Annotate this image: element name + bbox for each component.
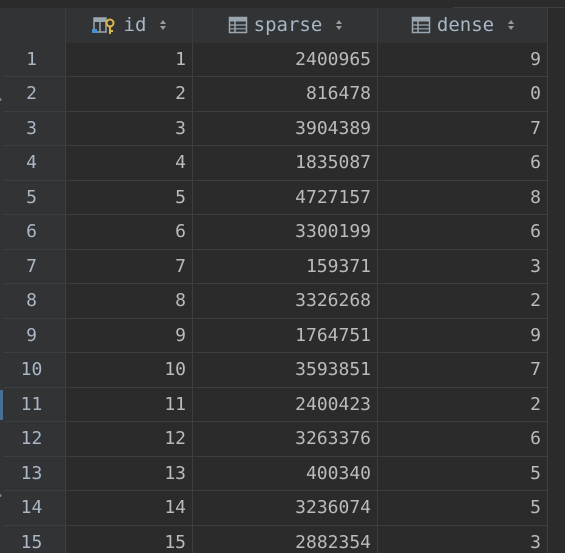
sort-icon[interactable] xyxy=(508,19,515,30)
cell-sparse[interactable]: 2882354 xyxy=(193,525,378,553)
column-header-label: sparse xyxy=(253,13,323,36)
sort-icon[interactable] xyxy=(160,19,167,30)
cell-dense[interactable]: 9 xyxy=(378,318,548,353)
cell-dense[interactable]: 8 xyxy=(378,180,548,215)
column-header-id[interactable]: id xyxy=(66,8,193,43)
cell-dense[interactable]: 3 xyxy=(378,249,548,284)
table-row[interactable]: 7 7 159371 3 xyxy=(4,249,548,284)
table-row[interactable]: 12 12 3263376 6 xyxy=(4,422,548,457)
row-number[interactable]: 14 xyxy=(4,491,66,526)
cell-sparse[interactable]: 2400423 xyxy=(193,387,378,422)
table-row[interactable]: 9 9 1764751 9 xyxy=(4,318,548,353)
cell-id[interactable]: 7 xyxy=(66,249,193,284)
column-header-label: id xyxy=(123,13,147,36)
table-row[interactable]: 2 2 816478 0 xyxy=(4,77,548,112)
table-row[interactable]: 14 14 3236074 5 xyxy=(4,491,548,526)
cell-sparse[interactable]: 1764751 xyxy=(193,318,378,353)
cell-dense[interactable]: 5 xyxy=(378,491,548,526)
cell-dense[interactable]: 2 xyxy=(378,284,548,319)
cell-id[interactable]: 13 xyxy=(66,456,193,491)
sort-icon[interactable] xyxy=(336,19,343,30)
cell-dense[interactable]: 7 xyxy=(378,353,548,388)
result-grid: id sparse dense 1 1 2400965 9 2 2 816478… xyxy=(4,8,548,553)
cell-sparse[interactable]: 3263376 xyxy=(193,422,378,457)
row-number[interactable]: 13 xyxy=(4,456,66,491)
table-column-icon xyxy=(411,15,431,35)
cell-sparse[interactable]: 816478 xyxy=(193,77,378,112)
table-row[interactable]: 6 6 3300199 6 xyxy=(4,215,548,250)
table-row[interactable]: 13 13 400340 5 xyxy=(4,456,548,491)
cell-sparse[interactable]: 3326268 xyxy=(193,284,378,319)
primary-key-column-icon xyxy=(91,14,118,36)
column-header-sparse[interactable]: sparse xyxy=(193,8,378,43)
gutter-marker-icon: • xyxy=(0,492,3,502)
row-number[interactable]: 15 xyxy=(4,525,66,553)
row-number[interactable]: 9 xyxy=(4,318,66,353)
row-number[interactable]: 3 xyxy=(4,111,66,146)
cell-sparse[interactable]: 2400965 xyxy=(193,42,378,77)
cell-sparse[interactable]: 3593851 xyxy=(193,353,378,388)
cell-sparse[interactable]: 3904389 xyxy=(193,111,378,146)
table-row[interactable]: 1 1 2400965 9 xyxy=(4,42,548,77)
cell-id[interactable]: 8 xyxy=(66,284,193,319)
cell-sparse[interactable]: 3300199 xyxy=(193,215,378,250)
cell-dense[interactable]: 9 xyxy=(378,42,548,77)
cell-sparse[interactable]: 4727157 xyxy=(193,180,378,215)
table-row[interactable]: 3 3 3904389 7 xyxy=(4,111,548,146)
cell-id[interactable]: 6 xyxy=(66,215,193,250)
row-number-header[interactable] xyxy=(4,8,66,43)
row-number[interactable]: 7 xyxy=(4,249,66,284)
cell-id[interactable]: 5 xyxy=(66,180,193,215)
cell-id[interactable]: 3 xyxy=(66,111,193,146)
cell-sparse[interactable]: 400340 xyxy=(193,456,378,491)
cell-id[interactable]: 14 xyxy=(66,491,193,526)
cell-dense[interactable]: 5 xyxy=(378,456,548,491)
row-number[interactable]: 11 xyxy=(4,387,66,422)
editor-top-strip xyxy=(0,0,565,8)
row-number[interactable]: 1 xyxy=(4,42,66,77)
table-row[interactable]: 4 4 1835087 6 xyxy=(4,146,548,181)
column-header-dense[interactable]: dense xyxy=(378,8,548,43)
cell-dense[interactable]: 2 xyxy=(378,387,548,422)
cell-dense[interactable]: 0 xyxy=(378,77,548,112)
cell-dense[interactable]: 6 xyxy=(378,215,548,250)
row-number[interactable]: 10 xyxy=(4,353,66,388)
row-number[interactable]: 12 xyxy=(4,422,66,457)
row-number[interactable]: 2 xyxy=(4,77,66,112)
cell-id[interactable]: 4 xyxy=(66,146,193,181)
row-number[interactable]: 5 xyxy=(4,180,66,215)
gutter-marker-icon: • xyxy=(0,96,3,106)
row-number[interactable]: 6 xyxy=(4,215,66,250)
row-number[interactable]: 4 xyxy=(4,146,66,181)
cell-id[interactable]: 12 xyxy=(66,422,193,457)
cell-id[interactable]: 11 xyxy=(66,387,193,422)
cell-sparse[interactable]: 1835087 xyxy=(193,146,378,181)
cell-dense[interactable]: 3 xyxy=(378,525,548,553)
grid-header-row: id sparse dense xyxy=(4,8,548,43)
column-header-label: dense xyxy=(436,13,495,36)
table-row[interactable]: 15 15 2882354 3 xyxy=(4,525,548,553)
table-column-icon xyxy=(228,15,248,35)
cell-dense[interactable]: 6 xyxy=(378,422,548,457)
toolbar-divider xyxy=(453,0,565,8)
cell-sparse[interactable]: 3236074 xyxy=(193,491,378,526)
table-row[interactable]: 11 11 2400423 2 xyxy=(4,387,548,422)
cell-id[interactable]: 2 xyxy=(66,77,193,112)
row-number[interactable]: 8 xyxy=(4,284,66,319)
cell-id[interactable]: 1 xyxy=(66,42,193,77)
table-row[interactable]: 5 5 4727157 8 xyxy=(4,180,548,215)
cell-id[interactable]: 10 xyxy=(66,353,193,388)
cell-sparse[interactable]: 159371 xyxy=(193,249,378,284)
cell-dense[interactable]: 7 xyxy=(378,111,548,146)
cell-dense[interactable]: 6 xyxy=(378,146,548,181)
table-row[interactable]: 8 8 3326268 2 xyxy=(4,284,548,319)
cell-id[interactable]: 15 xyxy=(66,525,193,553)
table-row[interactable]: 10 10 3593851 7 xyxy=(4,353,548,388)
gutter-change-marker xyxy=(0,390,3,420)
cell-id[interactable]: 9 xyxy=(66,318,193,353)
